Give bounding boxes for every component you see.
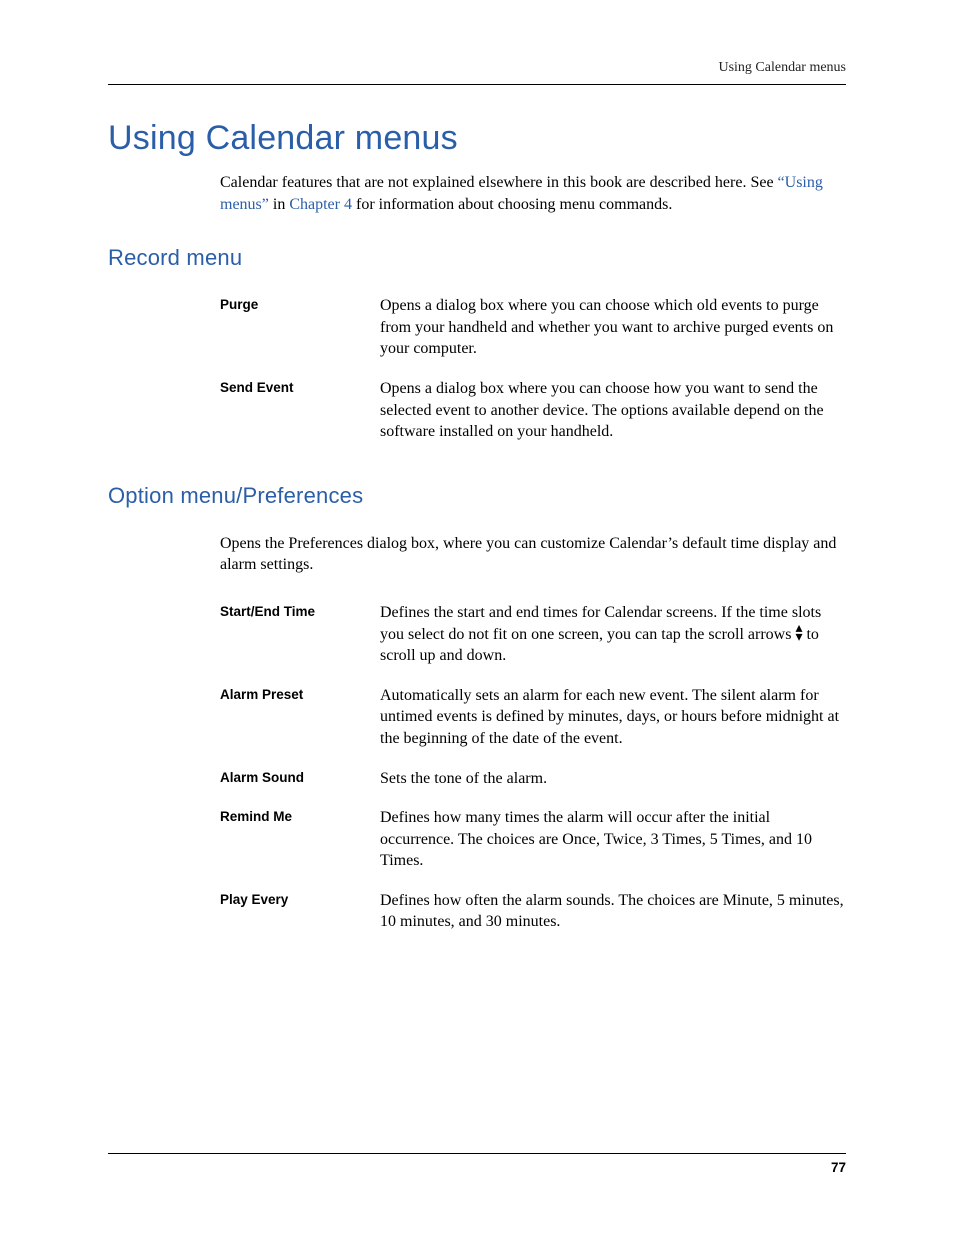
page-title: Using Calendar menus <box>108 119 846 158</box>
intro-text-post: for information about choosing menu comm… <box>352 196 672 213</box>
term-play-every: Play Every <box>220 890 380 933</box>
desc-send-event: Opens a dialog box where you can choose … <box>380 378 846 443</box>
record-row-purge: Purge Opens a dialog box where you can c… <box>220 295 846 360</box>
page-number: 77 <box>108 1160 846 1175</box>
option-menu-heading: Option menu/Preferences <box>108 483 846 509</box>
option-row-start-end-time: Start/End Time Defines the start and end… <box>220 602 846 667</box>
intro-text-pre: Calendar features that are not explained… <box>220 174 778 191</box>
options-intro: Opens the Preferences dialog box, where … <box>220 533 846 576</box>
option-row-remind-me: Remind Me Defines how many times the ala… <box>220 807 846 872</box>
term-start-end-time: Start/End Time <box>220 602 380 667</box>
record-menu-heading: Record menu <box>108 245 846 271</box>
option-row-play-every: Play Every Defines how often the alarm s… <box>220 890 846 933</box>
running-header: Using Calendar menus <box>108 60 846 76</box>
option-row-alarm-sound: Alarm Sound Sets the tone of the alarm. <box>220 768 846 790</box>
desc-play-every: Defines how often the alarm sounds. The … <box>380 890 846 933</box>
desc-remind-me: Defines how many times the alarm will oc… <box>380 807 846 872</box>
intro-paragraph: Calendar features that are not explained… <box>220 172 846 215</box>
record-row-send-event: Send Event Opens a dialog box where you … <box>220 378 846 443</box>
desc-start-end-pre: Defines the start and end times for Cale… <box>380 604 821 643</box>
term-alarm-sound: Alarm Sound <box>220 768 380 790</box>
desc-start-end-time: Defines the start and end times for Cale… <box>380 602 846 667</box>
desc-alarm-sound: Sets the tone of the alarm. <box>380 768 846 790</box>
page-footer: 77 <box>108 1153 846 1175</box>
desc-alarm-preset: Automatically sets an alarm for each new… <box>380 685 846 750</box>
header-rule <box>108 84 846 85</box>
term-alarm-preset: Alarm Preset <box>220 685 380 750</box>
term-purge: Purge <box>220 295 380 360</box>
term-remind-me: Remind Me <box>220 807 380 872</box>
desc-purge: Opens a dialog box where you can choose … <box>380 295 846 360</box>
footer-rule <box>108 1153 846 1154</box>
intro-text-mid: in <box>269 196 289 213</box>
option-row-alarm-preset: Alarm Preset Automatically sets an alarm… <box>220 685 846 750</box>
term-send-event: Send Event <box>220 378 380 443</box>
link-chapter-4[interactable]: Chapter 4 <box>289 196 352 213</box>
